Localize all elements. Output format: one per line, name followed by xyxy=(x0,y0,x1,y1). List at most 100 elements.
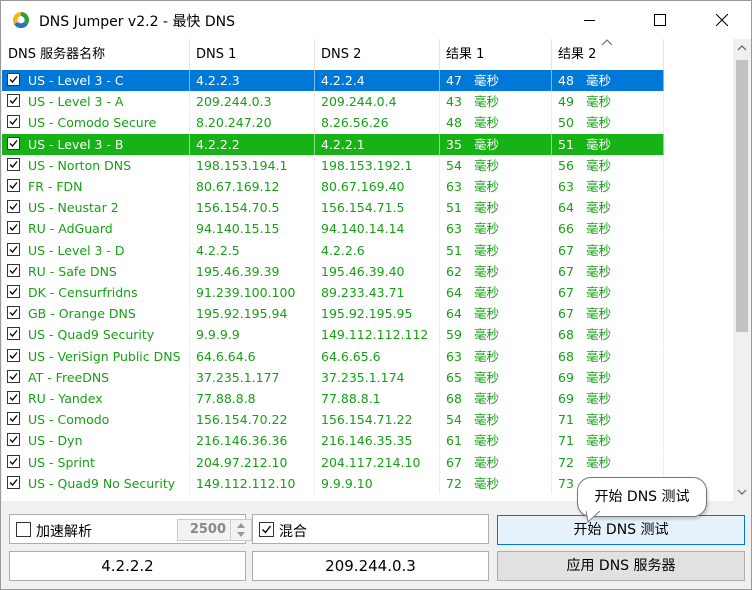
result-value: 54 xyxy=(446,412,462,428)
table-row[interactable]: US - VeriSign Public DNS 64.6.64.6 64.6.65… xyxy=(2,345,664,367)
server-name: US - Comodo xyxy=(28,412,110,428)
table-row[interactable]: AT - FreeDNS 37.235.1.177 37.235.1.174 65 毫秒… xyxy=(2,366,664,388)
row-checkbox[interactable] xyxy=(7,391,20,404)
table-row[interactable]: US - Sprint 204.97.212.10 204.117.214.10 67… xyxy=(2,451,664,473)
table-row[interactable]: US - Level 3 - C 4.2.2.3 4.2.2.4 47 毫秒 48 毫秒 xyxy=(2,70,664,91)
table-row[interactable]: US - Norton DNS 198.153.194.1 198.153.192.… xyxy=(2,154,664,176)
row-checkbox[interactable] xyxy=(7,327,20,341)
result-value: 67 xyxy=(558,263,574,279)
row-checkbox[interactable] xyxy=(7,242,20,256)
result2-cell: 69 毫秒 xyxy=(552,366,664,388)
table-row[interactable]: FR - FDN 80.67.169.12 80.67.169.40 63 毫秒 63 毫秒 xyxy=(2,176,664,197)
row-checkbox[interactable] xyxy=(7,475,20,489)
column-header-name[interactable]: DNS 服务器名称 xyxy=(2,39,190,70)
dns1-cell: 204.97.212.10 xyxy=(190,451,315,473)
result-value: 63 xyxy=(446,179,462,194)
table-row[interactable]: US - Level 3 - D 4.2.2.5 4.2.2.6 51 毫秒 67 毫秒 xyxy=(2,239,664,261)
row-checkbox[interactable] xyxy=(7,412,20,426)
result-value: 54 xyxy=(446,157,462,173)
table-header: DNS 服务器名称 DNS 1 DNS 2 结果 1 结果 2 xyxy=(2,39,664,70)
result1-cell: 63 毫秒 xyxy=(440,345,552,367)
server-name: US - Level 3 - D xyxy=(28,242,125,258)
row-checkbox[interactable] xyxy=(7,263,20,277)
column-header-result1[interactable]: 结果 1 xyxy=(440,39,552,70)
result-unit: 毫秒 xyxy=(474,221,500,237)
result1-cell: 54 毫秒 xyxy=(440,409,552,431)
row-checkbox[interactable] xyxy=(7,369,20,383)
dns-server-table: DNS 服务器名称 DNS 1 DNS 2 结果 1 结果 2 US - Lev… xyxy=(2,39,733,501)
server-name: US - Level 3 - A xyxy=(28,94,124,110)
row-checkbox[interactable] xyxy=(7,306,20,320)
row-checkbox[interactable] xyxy=(7,348,20,362)
scrollbar-thumb[interactable] xyxy=(736,60,748,332)
server-name: US - Quad9 Security xyxy=(28,327,155,343)
row-checkbox[interactable] xyxy=(7,179,20,192)
row-checkbox[interactable] xyxy=(7,136,20,150)
app-logo-icon xyxy=(11,10,31,30)
scroll-up-icon[interactable] xyxy=(737,45,747,51)
row-checkbox[interactable] xyxy=(7,433,20,447)
start-dns-test-button[interactable]: 开始 DNS 测试 xyxy=(497,515,745,545)
dns2-value: 156.154.71.5 xyxy=(321,200,405,216)
close-button[interactable] xyxy=(699,1,745,39)
apply-dns-button[interactable]: 应用 DNS 服务器 xyxy=(497,551,745,581)
result-value: 68 xyxy=(558,327,574,343)
result2-cell: 63 毫秒 xyxy=(552,176,664,197)
fast-resolve-value[interactable]: 2500 xyxy=(178,522,226,537)
result1-cell: 47 毫秒 xyxy=(440,70,552,91)
checkmark-icon xyxy=(9,372,18,380)
result-unit: 毫秒 xyxy=(474,242,500,258)
row-checkbox[interactable] xyxy=(7,73,20,86)
table-row[interactable]: RU - Safe DNS 195.46.39.39 195.46.39.40 62 毫… xyxy=(2,260,664,282)
row-checkbox[interactable] xyxy=(7,285,20,298)
result1-cell: 43 毫秒 xyxy=(440,91,552,113)
row-checkbox[interactable] xyxy=(7,200,20,214)
column-header-dns2[interactable]: DNS 2 xyxy=(315,39,440,70)
spinner-buttons[interactable] xyxy=(230,520,252,540)
table-row[interactable]: RU - AdGuard 94.140.15.15 94.140.14.14 63 毫秒… xyxy=(2,218,664,240)
result-value: 67 xyxy=(558,285,574,300)
row-checkbox[interactable] xyxy=(7,94,20,108)
table-row[interactable]: US - Quad9 No Security 149.112.112.10 9.9.… xyxy=(2,472,664,494)
server-name-cell: RU - AdGuard xyxy=(2,218,190,240)
table-row[interactable]: US - Level 3 - A 209.244.0.3 209.244.0.4 43… xyxy=(2,91,664,113)
row-checkbox[interactable] xyxy=(7,221,20,235)
secondary-dns-field[interactable]: 209.244.0.3 xyxy=(252,551,489,581)
column-header-dns1[interactable]: DNS 1 xyxy=(190,39,315,70)
fast-resolve-checkbox[interactable] xyxy=(16,522,31,537)
table-row[interactable]: US - Neustar 2 156.154.70.5 156.154.71.5 51… xyxy=(2,197,664,219)
table-row[interactable]: DK - Censurfridns 91.239.100.100 89.233.43… xyxy=(2,282,664,303)
mixed-checkbox[interactable] xyxy=(259,522,274,537)
table-row[interactable]: US - Dyn 216.146.36.36 216.146.35.35 61 毫秒 71… xyxy=(2,430,664,452)
result2-cell: 71 毫秒 xyxy=(552,409,664,431)
dns1-cell: 77.88.8.8 xyxy=(190,388,315,409)
scroll-down-icon[interactable] xyxy=(737,489,747,495)
table-row[interactable]: GB - Orange DNS 195.92.195.94 195.92.195.9… xyxy=(2,303,664,325)
primary-dns-field[interactable]: 4.2.2.2 xyxy=(9,551,246,581)
dns1-value: 80.67.169.12 xyxy=(196,179,280,194)
dns2-value: 9.9.9.10 xyxy=(321,475,373,491)
result-value: 66 xyxy=(558,221,574,237)
table-row[interactable]: RU - Yandex 77.88.8.8 77.88.8.1 68 毫秒 69 毫秒 xyxy=(2,388,664,409)
minimize-button[interactable] xyxy=(567,1,613,39)
dns2-cell: 216.146.35.35 xyxy=(315,430,440,452)
server-name-cell: RU - Safe DNS xyxy=(2,260,190,282)
result-unit: 毫秒 xyxy=(586,348,612,364)
table-row[interactable]: US - Comodo Secure 8.20.247.20 8.26.56.26 4… xyxy=(2,112,664,134)
spin-down-icon[interactable] xyxy=(237,532,245,537)
dns2-value: 195.92.195.95 xyxy=(321,306,413,322)
result-unit: 毫秒 xyxy=(474,136,500,152)
table-row[interactable]: US - Quad9 Security 9.9.9.9 149.112.112.11… xyxy=(2,324,664,346)
maximize-button[interactable] xyxy=(637,1,683,39)
row-checkbox[interactable] xyxy=(7,454,20,468)
fast-resolve-spinner[interactable]: 2500 xyxy=(177,519,252,541)
result-value: 48 xyxy=(558,73,574,88)
table-row[interactable]: US - Comodo 156.154.70.22 156.154.71.22 54 毫… xyxy=(2,409,664,431)
row-checkbox[interactable] xyxy=(7,115,20,129)
spin-up-icon[interactable] xyxy=(237,523,245,528)
row-checkbox[interactable] xyxy=(7,157,20,171)
result-unit: 毫秒 xyxy=(586,179,612,194)
vertical-scrollbar[interactable] xyxy=(733,39,751,501)
table-row[interactable]: US - Level 3 - B 4.2.2.2 4.2.2.1 35 毫秒 51 毫秒 xyxy=(2,133,664,155)
result-value: 56 xyxy=(558,157,574,173)
